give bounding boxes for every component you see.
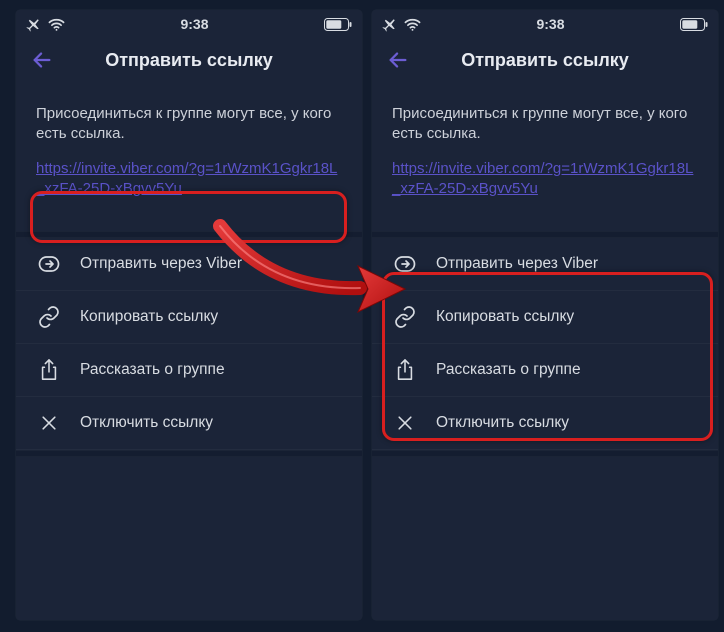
divider: [16, 450, 362, 457]
row-label: Отправить через Viber: [80, 255, 342, 273]
link-icon: [36, 305, 62, 329]
nav-bar: Отправить ссылку: [16, 38, 362, 82]
airplane-icon: [26, 16, 42, 32]
share-icon: [392, 358, 418, 382]
divider: [372, 450, 718, 457]
row-label: Копировать ссылку: [436, 308, 698, 326]
phone-screen-left: 9:38 Отправить ссылку Присоединиться к г…: [16, 10, 362, 620]
share-icon: [36, 358, 62, 382]
clock: 9:38: [536, 16, 564, 32]
row-label: Копировать ссылку: [80, 308, 342, 326]
arrow-right-circle-icon: [392, 252, 418, 276]
info-section: Присоединиться к группе могут все, у ког…: [372, 82, 718, 217]
tell-about-group-row[interactable]: Рассказать о группе: [16, 344, 362, 397]
actions-menu: Отправить через Viber Копировать ссылку …: [16, 231, 362, 457]
actions-menu: Отправить через Viber Копировать ссылку …: [372, 231, 718, 457]
close-icon: [36, 413, 62, 433]
copy-link-row[interactable]: Копировать ссылку: [372, 291, 718, 344]
status-bar: 9:38: [16, 10, 362, 38]
divider: [16, 231, 362, 238]
status-bar: 9:38: [372, 10, 718, 38]
arrow-right-circle-icon: [36, 252, 62, 276]
send-via-viber-row[interactable]: Отправить через Viber: [372, 238, 718, 291]
row-label: Отправить через Viber: [436, 255, 698, 273]
copy-link-row[interactable]: Копировать ссылку: [16, 291, 362, 344]
page-title: Отправить ссылку: [24, 50, 354, 71]
tell-about-group-row[interactable]: Рассказать о группе: [372, 344, 718, 397]
link-icon: [392, 305, 418, 329]
wifi-icon: [48, 18, 65, 31]
wifi-icon: [404, 18, 421, 31]
battery-icon: [324, 18, 352, 31]
disable-link-row[interactable]: Отключить ссылку: [372, 397, 718, 450]
airplane-icon: [382, 16, 398, 32]
page-title: Отправить ссылку: [380, 50, 710, 71]
divider: [372, 231, 718, 238]
comparison-canvas: 9:38 Отправить ссылку Присоединиться к г…: [0, 0, 724, 632]
disable-link-row[interactable]: Отключить ссылку: [16, 397, 362, 450]
row-label: Рассказать о группе: [436, 361, 698, 379]
battery-icon: [680, 18, 708, 31]
nav-bar: Отправить ссылку: [372, 38, 718, 82]
row-label: Отключить ссылку: [80, 414, 342, 432]
info-section: Присоединиться к группе могут все, у ког…: [16, 82, 362, 217]
close-icon: [392, 413, 418, 433]
invite-link[interactable]: https://invite.viber.com/?g=1rWzmK1Ggkr1…: [392, 159, 698, 200]
info-description: Присоединиться к группе могут все, у ког…: [36, 104, 342, 145]
invite-link[interactable]: https://invite.viber.com/?g=1rWzmK1Ggkr1…: [36, 159, 342, 200]
row-label: Рассказать о группе: [80, 361, 342, 379]
row-label: Отключить ссылку: [436, 414, 698, 432]
clock: 9:38: [180, 16, 208, 32]
phone-screen-right: 9:38 Отправить ссылку Присоединиться к г…: [372, 10, 718, 620]
send-via-viber-row[interactable]: Отправить через Viber: [16, 238, 362, 291]
info-description: Присоединиться к группе могут все, у ког…: [392, 104, 698, 145]
